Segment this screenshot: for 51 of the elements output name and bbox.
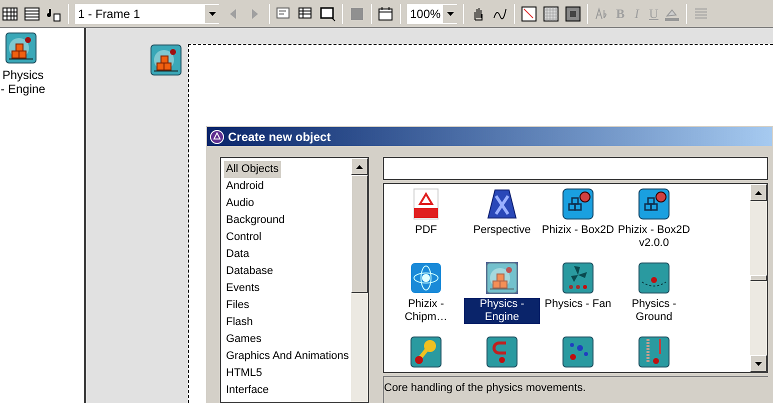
blocks-gear-icon [150,44,182,76]
category-item[interactable]: Events [224,280,262,297]
category-item[interactable]: Database [224,263,276,280]
list-icon[interactable] [24,6,40,22]
blocks-gear-icon [5,32,37,64]
category-item[interactable]: Games [224,331,264,348]
scroll-up-icon[interactable] [755,190,762,194]
frame-icon[interactable] [320,6,336,22]
category-item[interactable]: HTML5 [224,365,264,382]
scroll-down-icon[interactable] [755,362,762,366]
grid-fine-icon[interactable] [543,6,559,22]
blocks-icon [562,188,594,220]
fan-icon [562,262,594,294]
category-item[interactable]: Flash [224,314,255,331]
color-picker-icon[interactable] [521,6,537,22]
category-item[interactable]: Interface [224,382,271,399]
dialog-title: Create new object [228,128,331,146]
grid-icon[interactable] [2,6,18,22]
grid-dark-icon[interactable] [565,6,581,22]
category-item[interactable]: Android [224,178,266,195]
frame-dropdown[interactable]: 1 - Frame 1 [75,4,219,24]
object-label[interactable]: Physics - Fan [544,298,612,311]
scroll-thumb[interactable] [351,175,368,293]
category-item[interactable]: Audio [224,195,256,212]
category-item[interactable]: Data [224,246,252,263]
dropdown-arrow-icon [446,12,454,16]
category-item[interactable]: Files [224,297,252,314]
description-text: Core handling of the physics movements. [383,376,768,403]
zoom-dropdown[interactable]: 100% [407,4,457,24]
app-logo-icon [210,130,224,144]
dropdown-arrow-icon [208,12,216,16]
blocks-icon [638,188,670,220]
object-label: Physics - Engine [0,68,46,96]
category-item[interactable]: Graphics And Animations [224,348,351,365]
blocks-gear-icon [486,262,518,294]
category-item[interactable]: All Objects [224,161,281,178]
calendar-icon[interactable] [378,6,394,22]
triangle-logo-icon [486,188,518,220]
search-field[interactable] [383,157,768,180]
table-frame-icon[interactable] [298,6,314,22]
object-label[interactable]: Perspective [472,224,532,237]
category-item[interactable]: Control [224,229,264,246]
ball-ground-icon [638,262,670,294]
scroll-thumb[interactable] [750,275,767,281]
scrollbar[interactable] [351,158,368,402]
object-label[interactable]: Physics - Engine [464,298,540,324]
scrollbar[interactable] [750,184,767,372]
category-item[interactable]: Background [224,212,287,229]
scroll-up-icon[interactable] [356,164,363,168]
text-frame-icon[interactable] [276,6,292,22]
atom-icon [410,262,442,294]
